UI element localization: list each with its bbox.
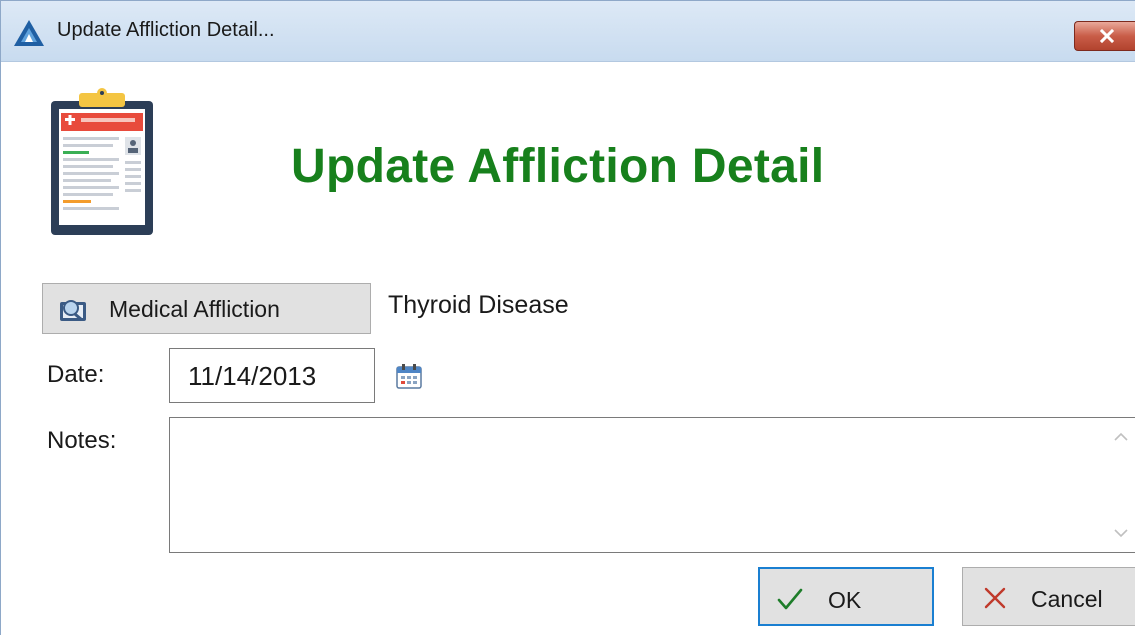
close-icon xyxy=(1100,29,1114,43)
page-title: Update Affliction Detail xyxy=(291,140,825,193)
medical-affliction-button-label: Medical Affliction xyxy=(109,296,280,322)
date-field[interactable]: 11/14/2013 xyxy=(169,348,375,403)
notes-textarea[interactable] xyxy=(169,417,1135,553)
medical-affliction-button[interactable]: Medical Affliction xyxy=(42,283,371,334)
scroll-up-icon[interactable] xyxy=(1112,430,1130,444)
affliction-value: Thyroid Disease xyxy=(388,291,569,319)
notes-scrollbar[interactable] xyxy=(1106,418,1135,552)
ok-button[interactable]: OK xyxy=(758,567,934,626)
window-title: Update Affliction Detail... xyxy=(57,19,275,41)
title-bar[interactable]: Update Affliction Detail... xyxy=(1,1,1135,62)
checkmark-icon xyxy=(777,588,803,610)
clipboard-icon xyxy=(51,88,153,235)
scroll-down-icon[interactable] xyxy=(1112,526,1130,540)
cancel-button-label: Cancel xyxy=(1031,586,1103,612)
app-logo-icon xyxy=(14,20,44,46)
ok-button-label: OK xyxy=(828,587,862,613)
date-label: Date: xyxy=(47,361,105,388)
close-button[interactable] xyxy=(1074,21,1135,51)
calendar-icon[interactable] xyxy=(395,363,423,389)
update-affliction-dialog: Update Affliction Detail... Update Affli… xyxy=(0,0,1135,635)
search-record-icon xyxy=(60,300,86,322)
x-icon xyxy=(984,587,1006,609)
cancel-button[interactable]: Cancel xyxy=(962,567,1135,626)
notes-label: Notes: xyxy=(47,427,117,454)
